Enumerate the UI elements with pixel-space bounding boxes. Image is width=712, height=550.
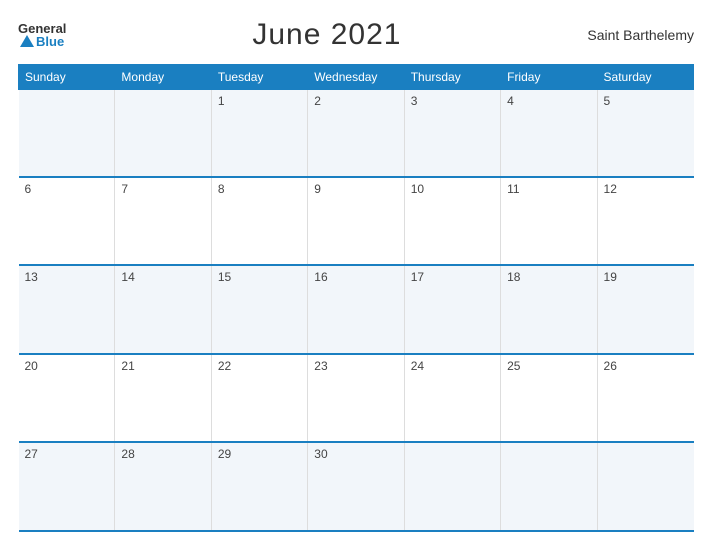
calendar-cell: 18 bbox=[501, 265, 597, 354]
calendar-cell: 2 bbox=[308, 90, 404, 177]
day-header-friday: Friday bbox=[501, 65, 597, 90]
calendar-cell: 17 bbox=[404, 265, 500, 354]
calendar-cell: 24 bbox=[404, 354, 500, 443]
day-header-wednesday: Wednesday bbox=[308, 65, 404, 90]
calendar-cell: 8 bbox=[211, 177, 307, 266]
calendar-cell: 29 bbox=[211, 442, 307, 531]
week-row-3: 13141516171819 bbox=[19, 265, 694, 354]
calendar-cell: 12 bbox=[597, 177, 693, 266]
calendar-cell: 15 bbox=[211, 265, 307, 354]
calendar-cell bbox=[597, 442, 693, 531]
calendar-cell: 4 bbox=[501, 90, 597, 177]
day-header-tuesday: Tuesday bbox=[211, 65, 307, 90]
logo-blue-row: Blue bbox=[18, 35, 66, 48]
calendar-cell: 28 bbox=[115, 442, 211, 531]
calendar-cell: 7 bbox=[115, 177, 211, 266]
calendar-cell: 26 bbox=[597, 354, 693, 443]
logo-blue-text: Blue bbox=[36, 35, 64, 48]
calendar-region: Saint Barthelemy bbox=[587, 27, 694, 43]
calendar-cell: 25 bbox=[501, 354, 597, 443]
calendar-cell: 21 bbox=[115, 354, 211, 443]
calendar-cell: 16 bbox=[308, 265, 404, 354]
logo: General Blue bbox=[18, 22, 66, 48]
calendar-cell: 22 bbox=[211, 354, 307, 443]
calendar-cell: 27 bbox=[19, 442, 115, 531]
day-header-sunday: Sunday bbox=[19, 65, 115, 90]
calendar-cell: 19 bbox=[597, 265, 693, 354]
calendar-cell: 30 bbox=[308, 442, 404, 531]
day-header-monday: Monday bbox=[115, 65, 211, 90]
calendar-wrapper: General Blue June 2021 Saint Barthelemy … bbox=[0, 0, 712, 550]
calendar-title: June 2021 bbox=[252, 18, 401, 52]
calendar-cell: 6 bbox=[19, 177, 115, 266]
calendar-cell: 10 bbox=[404, 177, 500, 266]
week-row-2: 6789101112 bbox=[19, 177, 694, 266]
calendar-cell: 11 bbox=[501, 177, 597, 266]
calendar-cell bbox=[501, 442, 597, 531]
week-row-5: 27282930 bbox=[19, 442, 694, 531]
calendar-cell: 9 bbox=[308, 177, 404, 266]
calendar-cell: 14 bbox=[115, 265, 211, 354]
calendar-cell: 5 bbox=[597, 90, 693, 177]
logo-triangle-icon bbox=[20, 35, 34, 47]
calendar-cell bbox=[115, 90, 211, 177]
calendar-cell: 23 bbox=[308, 354, 404, 443]
calendar-cell: 20 bbox=[19, 354, 115, 443]
week-row-1: 12345 bbox=[19, 90, 694, 177]
days-header-row: SundayMondayTuesdayWednesdayThursdayFrid… bbox=[19, 65, 694, 90]
calendar-table: SundayMondayTuesdayWednesdayThursdayFrid… bbox=[18, 64, 694, 532]
calendar-cell: 13 bbox=[19, 265, 115, 354]
calendar-header: General Blue June 2021 Saint Barthelemy bbox=[18, 18, 694, 52]
calendar-cell bbox=[19, 90, 115, 177]
week-row-4: 20212223242526 bbox=[19, 354, 694, 443]
calendar-cell bbox=[404, 442, 500, 531]
calendar-cell: 1 bbox=[211, 90, 307, 177]
day-header-saturday: Saturday bbox=[597, 65, 693, 90]
day-header-thursday: Thursday bbox=[404, 65, 500, 90]
calendar-cell: 3 bbox=[404, 90, 500, 177]
